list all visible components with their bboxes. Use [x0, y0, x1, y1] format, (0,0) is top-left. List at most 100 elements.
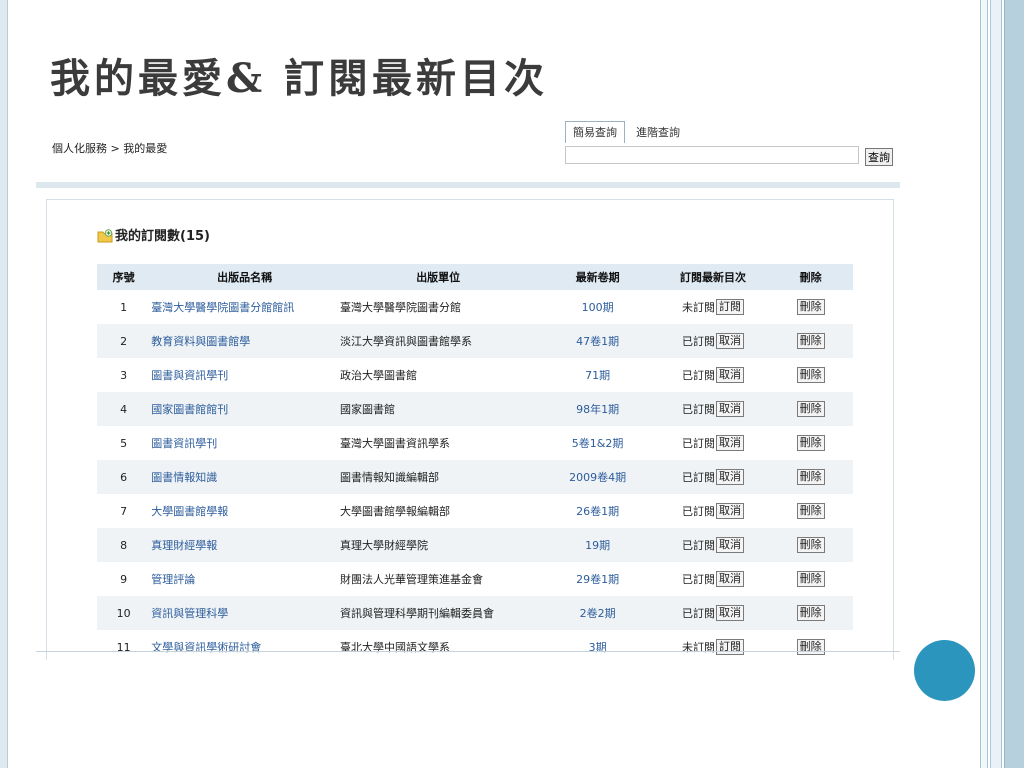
publication-link[interactable]: 文學與資訊學術研討會 [151, 641, 261, 654]
latest-issue-link[interactable]: 71期 [585, 369, 610, 382]
publication-link[interactable]: 圖書與資訊學刊 [151, 369, 228, 382]
subscription-status: 已訂閱 [681, 505, 715, 518]
table-row: 11 文學與資訊學術研討會 臺北大學中國語文學系 3期 未訂閱 訂閱 刪除 [97, 630, 853, 660]
publisher-cell: 臺灣大學圖書資訊學系 [339, 437, 450, 450]
subscription-toggle-button[interactable]: 取消 [715, 571, 744, 587]
delete-button[interactable]: 刪除 [796, 469, 825, 485]
header-latest-issue: 最新卷期 [537, 264, 658, 290]
publisher-cell: 臺灣大學醫學院圖書分館 [339, 301, 461, 314]
subscription-toggle-button[interactable]: 取消 [715, 537, 744, 553]
publication-link[interactable]: 教育資料與圖書館學 [151, 335, 250, 348]
publication-cell: 臺灣大學醫學院圖書分館館訊 [150, 290, 339, 324]
table-row: 9 管理評論 財團法人光華管理策進基金會 29卷1期 已訂閱 取消 刪除 [97, 562, 853, 596]
slide-left-border [0, 0, 8, 768]
table-row: 7 大學圖書館學報 大學圖書館學報編輯部 26卷1期 已訂閱 取消 刪除 [97, 494, 853, 528]
subscription-toggle-button[interactable]: 取消 [715, 503, 744, 519]
subscription-toggle-button[interactable]: 取消 [715, 333, 744, 349]
header-publisher: 出版單位 [338, 264, 538, 290]
row-number: 3 [120, 368, 128, 382]
table-row: 5 圖書資訊學刊 臺灣大學圖書資訊學系 5卷1&2期 已訂閱 取消 刪除 [97, 426, 853, 460]
latest-issue-link[interactable]: 98年1期 [576, 403, 619, 416]
latest-issue-cell: 47卷1期 [537, 324, 658, 358]
table-header-row: 序號 出版品名稱 出版單位 最新卷期 訂閱最新目次 刪除 [97, 264, 853, 290]
row-number: 6 [97, 460, 151, 494]
subscription-toggle-button[interactable]: 訂閱 [715, 639, 744, 655]
latest-issue-link[interactable]: 2卷2期 [580, 607, 616, 620]
subscription-toggle-button[interactable]: 取消 [715, 401, 744, 417]
subscription-toggle-button[interactable]: 取消 [715, 367, 744, 383]
publication-link[interactable]: 圖書情報知識 [151, 471, 217, 484]
publication-cell: 文學與資訊學術研討會 [150, 630, 339, 660]
search-input[interactable] [565, 146, 859, 164]
header-title: 出版品名稱 [150, 264, 339, 290]
header-delete: 刪除 [768, 264, 853, 290]
publication-link[interactable]: 大學圖書館學報 [151, 505, 228, 518]
publication-cell: 真理財經學報 [150, 528, 339, 562]
subscription-toggle-button[interactable]: 取消 [715, 469, 744, 485]
subscription-cell: 已訂閱 取消 [658, 358, 768, 392]
latest-issue-link[interactable]: 26卷1期 [576, 505, 619, 518]
publication-cell: 國家圖書館館刊 [150, 392, 339, 426]
subscription-cell: 已訂閱 取消 [658, 494, 768, 528]
delete-button[interactable]: 刪除 [796, 537, 825, 553]
latest-issue-link[interactable]: 47卷1期 [576, 335, 619, 348]
delete-cell: 刪除 [768, 494, 853, 528]
latest-issue-link[interactable]: 100期 [582, 301, 614, 314]
publication-link[interactable]: 圖書資訊學刊 [151, 437, 217, 450]
header-subscribe-toc: 訂閱最新目次 [657, 264, 769, 290]
favorites-table: 序號 出版品名稱 出版單位 最新卷期 訂閱最新目次 刪除 1 臺灣大學醫學院圖書分… [97, 264, 853, 660]
delete-button[interactable]: 刪除 [796, 299, 825, 315]
delete-button[interactable]: 刪除 [796, 571, 825, 587]
publication-link[interactable]: 管理評論 [151, 573, 195, 586]
delete-cell: 刪除 [768, 562, 853, 596]
row-number: 8 [97, 528, 151, 562]
subscription-cell: 已訂閱 取消 [657, 392, 769, 426]
subscription-toggle-button[interactable]: 取消 [715, 605, 744, 621]
table-row: 10 資訊與管理科學 資訊與管理科學期刊編輯委員會 2卷2期 已訂閱 取消 刪除 [97, 596, 853, 630]
publication-link[interactable]: 國家圖書館館刊 [151, 403, 228, 416]
delete-button[interactable]: 刪除 [796, 367, 825, 383]
subscription-status: 已訂閱 [681, 539, 715, 552]
latest-issue-link[interactable]: 3期 [589, 641, 607, 654]
publication-link[interactable]: 真理財經學報 [151, 539, 217, 552]
subscription-count-header: 我的訂閱數(15) [97, 225, 210, 244]
table-row: 8 真理財經學報 真理大學財經學院 19期 已訂閱 取消 刪除 [97, 528, 853, 562]
table-row: 2 教育資料與圖書館學 淡江大學資訊與圖書館學系 47卷1期 已訂閱 取消 刪除 [97, 324, 853, 358]
subscription-status: 未訂閱 [681, 301, 715, 314]
subscription-status: 已訂閱 [681, 471, 715, 484]
subscription-status: 已訂閱 [681, 573, 715, 586]
subscription-status: 已訂閱 [681, 369, 715, 382]
search-tabs: 簡易查詢 進階查詢 [565, 121, 687, 143]
delete-button[interactable]: 刪除 [796, 605, 825, 621]
publication-cell: 管理評論 [150, 562, 339, 596]
latest-issue-link[interactable]: 5卷1&2期 [572, 437, 624, 450]
publication-link[interactable]: 資訊與管理科學 [151, 607, 228, 620]
bottom-divider [36, 651, 900, 652]
latest-issue-link[interactable]: 29卷1期 [576, 573, 619, 586]
delete-button[interactable]: 刪除 [796, 435, 825, 451]
folder-add-icon [97, 228, 113, 242]
search-button[interactable]: 查詢 [865, 148, 893, 166]
latest-issue-link[interactable]: 2009卷4期 [569, 471, 626, 484]
latest-issue-cell: 3期 [537, 630, 657, 660]
delete-button[interactable]: 刪除 [796, 639, 825, 655]
breadcrumb: 個人化服務 > 我的最愛 [52, 142, 168, 155]
delete-button[interactable]: 刪除 [796, 401, 825, 417]
delete-button[interactable]: 刪除 [796, 333, 825, 349]
row-number: 1 [120, 300, 128, 314]
subscription-toggle-button[interactable]: 訂閱 [715, 299, 744, 315]
header-divider [36, 182, 900, 188]
latest-issue-cell: 98年1期 [537, 392, 658, 426]
table-row: 1 臺灣大學醫學院圖書分館館訊 臺灣大學醫學院圖書分館 100期 未訂閱 訂閱 刪除 [97, 290, 853, 324]
subscription-toggle-button[interactable]: 取消 [715, 435, 744, 451]
table-row: 3 圖書與資訊學刊 政治大學圖書館 71期 已訂閱 取消 刪除 [97, 358, 853, 392]
tab-simple-search[interactable]: 簡易查詢 [565, 121, 625, 143]
delete-button[interactable]: 刪除 [796, 503, 825, 519]
subscription-cell: 未訂閱 訂閱 [658, 290, 768, 324]
latest-issue-cell: 100期 [537, 290, 657, 324]
publisher-cell: 真理大學財經學院 [338, 528, 538, 562]
latest-issue-link[interactable]: 19期 [585, 539, 610, 552]
publication-link[interactable]: 臺灣大學醫學院圖書分館館訊 [151, 301, 294, 314]
tab-advanced-search[interactable]: 進階查詢 [629, 122, 687, 143]
subscription-cell: 已訂閱 取消 [657, 528, 769, 562]
